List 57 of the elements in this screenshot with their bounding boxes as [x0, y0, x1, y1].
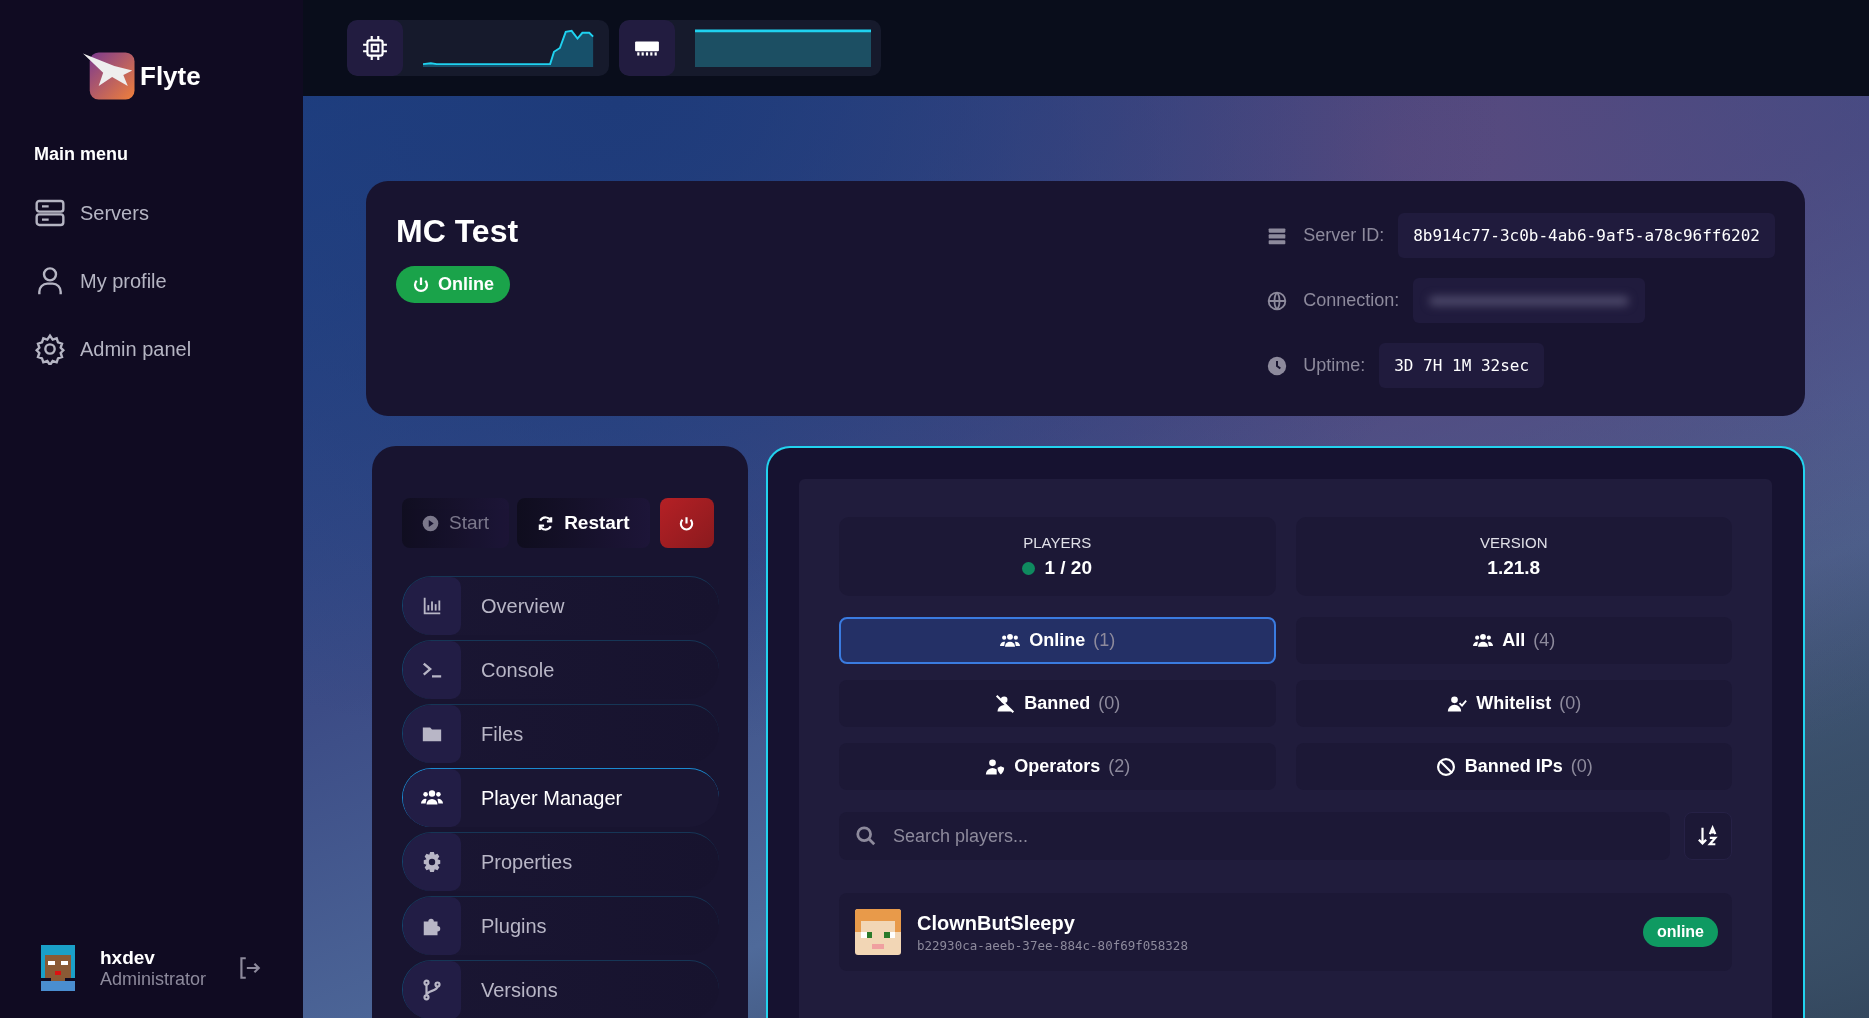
nav-item[interactable]: Overview	[402, 576, 719, 635]
settings-icon	[34, 333, 66, 365]
refresh-icon	[537, 514, 555, 532]
sidebar-item[interactable]: Servers	[34, 179, 303, 247]
stat-label: PLAYERS	[1023, 534, 1092, 551]
menu-heading: Main menu	[34, 144, 129, 165]
sidebar-item[interactable]: Admin panel	[34, 315, 303, 383]
filter-tab[interactable]: Banned IPs (0)	[1295, 743, 1732, 790]
info-value: 3D 7H 1M 32sec	[1379, 343, 1545, 388]
pixel-avatar-icon	[855, 909, 901, 955]
bar-chart-icon	[421, 595, 443, 617]
user-slash-icon	[994, 693, 1017, 714]
power-icon	[678, 514, 696, 532]
info-label: Connection:	[1303, 290, 1400, 311]
play-icon	[422, 514, 439, 532]
sort-button[interactable]	[1684, 812, 1732, 860]
stat-value: 1 / 20	[1044, 557, 1092, 579]
stat-label: VERSION	[1480, 534, 1548, 551]
restart-button[interactable]: Restart	[517, 498, 650, 548]
sort-icon	[1697, 825, 1719, 847]
filter-tab[interactable]: Banned (0)	[839, 680, 1276, 727]
power-icon	[412, 275, 430, 294]
stat-value: 1.21.8	[1487, 557, 1541, 579]
filter-tab[interactable]: Operators (2)	[839, 743, 1276, 790]
power-button[interactable]	[659, 498, 714, 548]
pixel-avatar-icon	[38, 944, 78, 992]
branch-icon	[421, 979, 443, 1001]
info-label: Uptime:	[1303, 355, 1366, 376]
nav-item[interactable]: Player Manager	[402, 768, 719, 827]
gear-icon	[421, 851, 443, 873]
info-label: Server ID:	[1303, 225, 1385, 246]
nav-item[interactable]: Files	[402, 704, 719, 763]
globe-icon	[1267, 290, 1288, 311]
search-icon	[855, 825, 877, 847]
sidebar-item[interactable]: My profile	[34, 247, 303, 315]
player-name: ClownButSleepy	[917, 911, 1076, 935]
status-badge: online	[1642, 917, 1718, 947]
filter-tab[interactable]: Online (1)	[839, 617, 1276, 664]
info-value: 8b914c77-3c0b-4ab6-9af5-a78c96ff6202	[1398, 213, 1775, 258]
player-row[interactable]: ClownButSleepy b22930ca-aeeb-37ee-884c-80f69f058328 online	[839, 893, 1732, 971]
clock-icon	[1267, 355, 1288, 376]
nav-item[interactable]: Plugins	[402, 896, 719, 955]
nav-item[interactable]: Properties	[402, 832, 719, 891]
nav-item[interactable]: Console	[402, 640, 719, 699]
player-uuid: b22930ca-aeeb-37ee-884c-80f69f058328	[917, 937, 1189, 953]
ban-icon	[1434, 756, 1457, 777]
server-rack-icon	[34, 197, 66, 229]
user-name: hxdev	[100, 946, 156, 969]
status-badge: Online	[396, 266, 510, 303]
search-field[interactable]: Search players...	[839, 812, 1670, 860]
filter-tab[interactable]: All (4)	[1295, 617, 1732, 664]
nav-item[interactable]: Versions	[402, 960, 719, 1018]
brand-name: Flyte	[140, 60, 201, 92]
filter-tab[interactable]: Whitelist (0)	[1295, 680, 1732, 727]
user-role: Administrator	[100, 968, 207, 990]
cpu-chip-icon	[362, 35, 388, 61]
server-name: MC Test	[396, 213, 519, 250]
